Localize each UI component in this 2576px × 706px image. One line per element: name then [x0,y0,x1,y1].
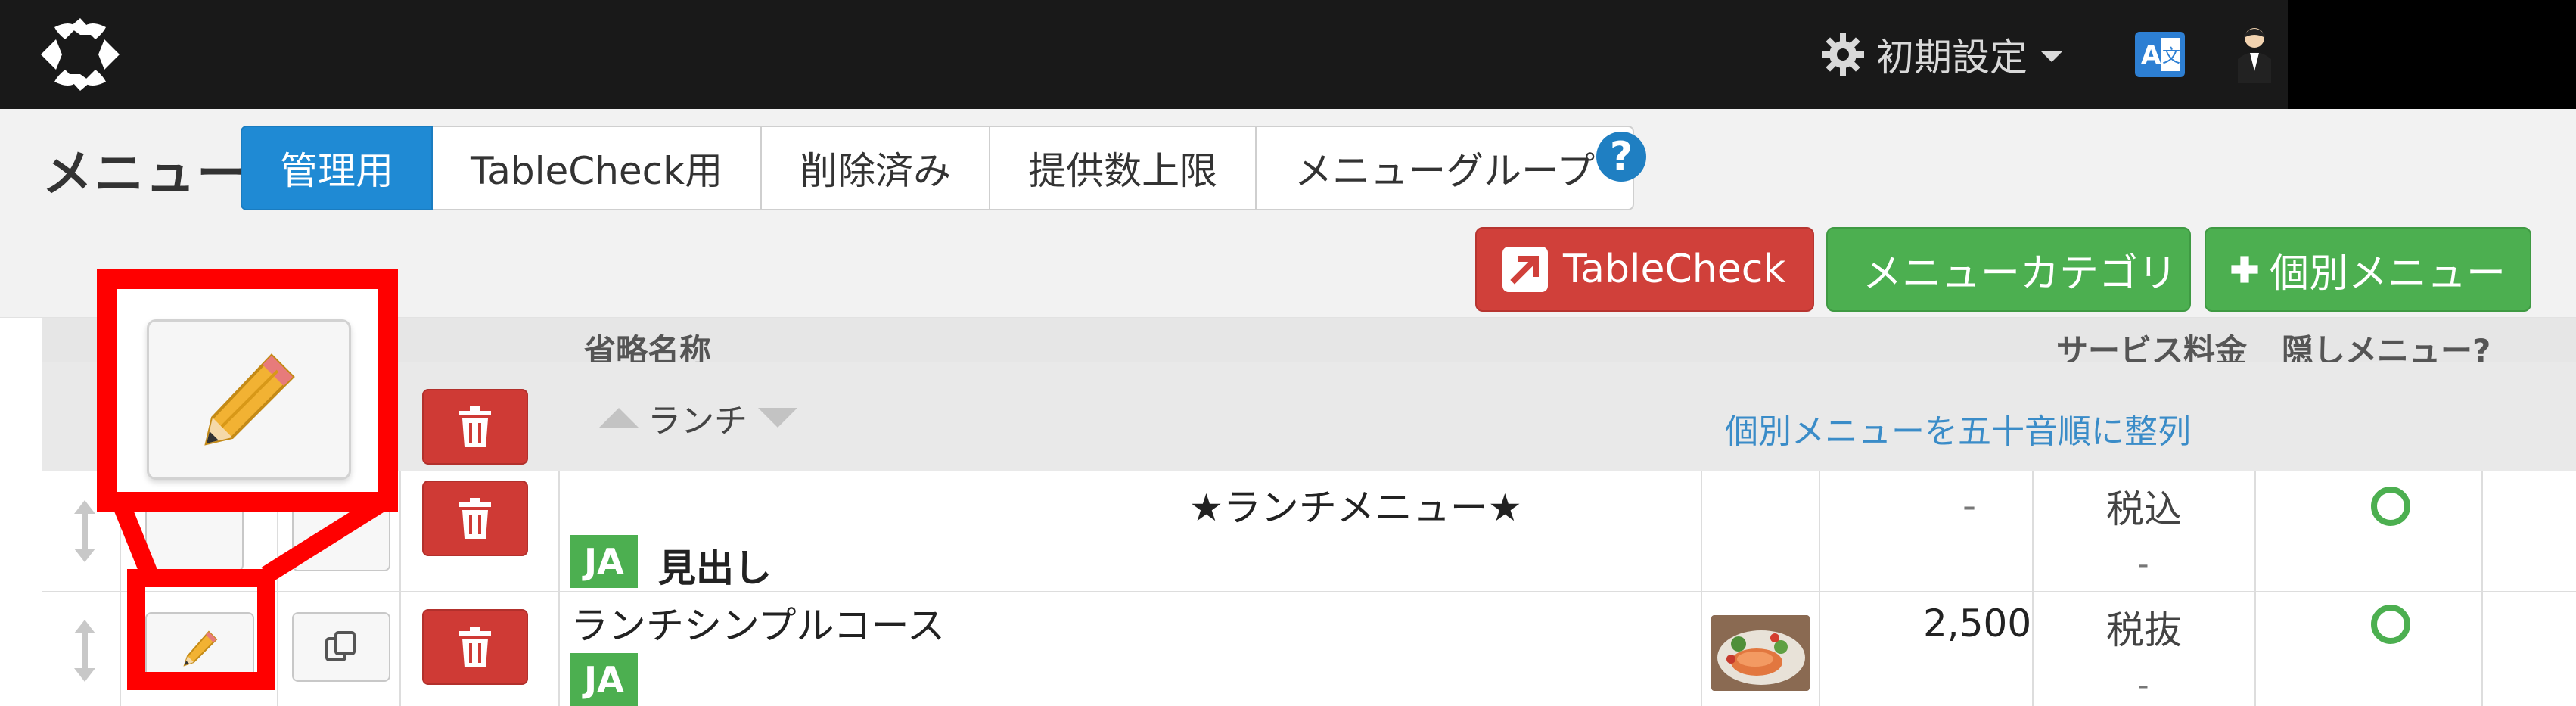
table-row: ★ランチメニュー★ JA 見出し - 税込 - [42,471,2576,592]
trash-icon [459,406,491,447]
gear-icon [1822,33,1864,76]
row-tax-sub: - [2138,668,2149,703]
edit-button[interactable] [145,502,244,571]
tablecheck-button[interactable]: TableCheck [1475,227,1814,312]
add-item-label: 個別メニュー [2269,250,2506,297]
translate-icon[interactable]: A 文 [2135,32,2185,77]
delete-button[interactable] [422,481,528,556]
add-category-label: メニューカテゴリ [1863,250,2178,297]
move-up-icon[interactable] [599,408,639,428]
tab-tablecheck[interactable]: TableCheck用 [433,126,763,210]
user-avatar-icon[interactable] [2233,26,2276,83]
external-link-icon [1502,247,1548,292]
add-item-button[interactable]: 個別メニュー [2205,227,2531,312]
row-price: - [1962,484,1977,527]
row-tax: 税抜 [2106,608,2182,652]
category-sort[interactable]: ランチ [599,393,797,442]
copy-button[interactable] [292,612,390,682]
plus-icon [2231,256,2258,283]
top-bar: 初期設定 A 文 [0,0,2576,109]
copy-button[interactable] [292,502,390,571]
delete-category-button[interactable] [422,389,528,465]
language-badge: JA [570,653,638,706]
tab-management[interactable]: 管理用 [241,126,433,210]
delete-button[interactable] [422,609,528,685]
tab-deleted[interactable]: 削除済み [762,126,991,210]
svg-text:A: A [2141,40,2161,70]
sort-alphabetical-link[interactable]: 個別メニューを五十音順に整列 [1725,404,2191,453]
hidden-menu-indicator[interactable] [2371,487,2410,526]
help-icon[interactable]: ? [1596,132,1646,182]
trash-icon [459,498,491,539]
tab-serving-limit[interactable]: 提供数上限 [990,126,1257,210]
row-name: ランチシンプルコース [570,604,945,648]
settings-label: 初期設定 [1876,36,2028,79]
row-tax: 税込 [2106,487,2182,531]
svg-text:文: 文 [2162,45,2180,67]
highlight-box [127,569,275,690]
move-down-icon[interactable] [758,408,797,428]
chevron-down-icon [2041,51,2062,62]
edit-button-zoomed [147,319,351,480]
drag-handle-icon[interactable] [70,499,100,564]
food-thumbnail[interactable] [1711,615,1810,691]
tab-menu-group[interactable]: メニューグループ [1257,126,1635,210]
add-category-button[interactable]: メニューカテゴリ [1826,227,2191,312]
tablecheck-label: TableCheck [1563,247,1786,292]
pencil-icon [204,353,295,446]
menu-table: 省略名称 サービス料金 隠しメニュー? ランチ 個別メニューを五十音順に整列 ★… [42,318,2576,706]
zoom-callout [97,269,398,512]
language-badge: JA [570,535,638,588]
table-row: ランチシンプルコース JA 2,500 税抜 - [42,592,2576,706]
app-logo[interactable] [39,17,121,92]
drag-handle-icon[interactable] [70,618,100,683]
row-name: 見出し [658,546,772,590]
redacted-area [2288,0,2576,109]
category-row: ランチ 個別メニューを五十音順に整列 [42,362,2576,471]
trash-icon [459,627,491,667]
table-header: 省略名称 サービス料金 隠しメニュー? [42,318,2576,369]
copy-icon [325,631,356,661]
category-name: ランチ [648,402,747,440]
page-title: メニュー [42,145,248,203]
row-price: 2,500 [1923,602,2032,645]
settings-menu[interactable]: 初期設定 [1820,27,2062,82]
row-tax-sub: - [2138,547,2149,582]
tab-bar: 管理用 TableCheck用 削除済み 提供数上限 メニューグループ [241,126,1635,210]
hidden-menu-indicator[interactable] [2371,605,2410,644]
row-heading-text: ★ランチメニュー★ [1189,486,1522,530]
